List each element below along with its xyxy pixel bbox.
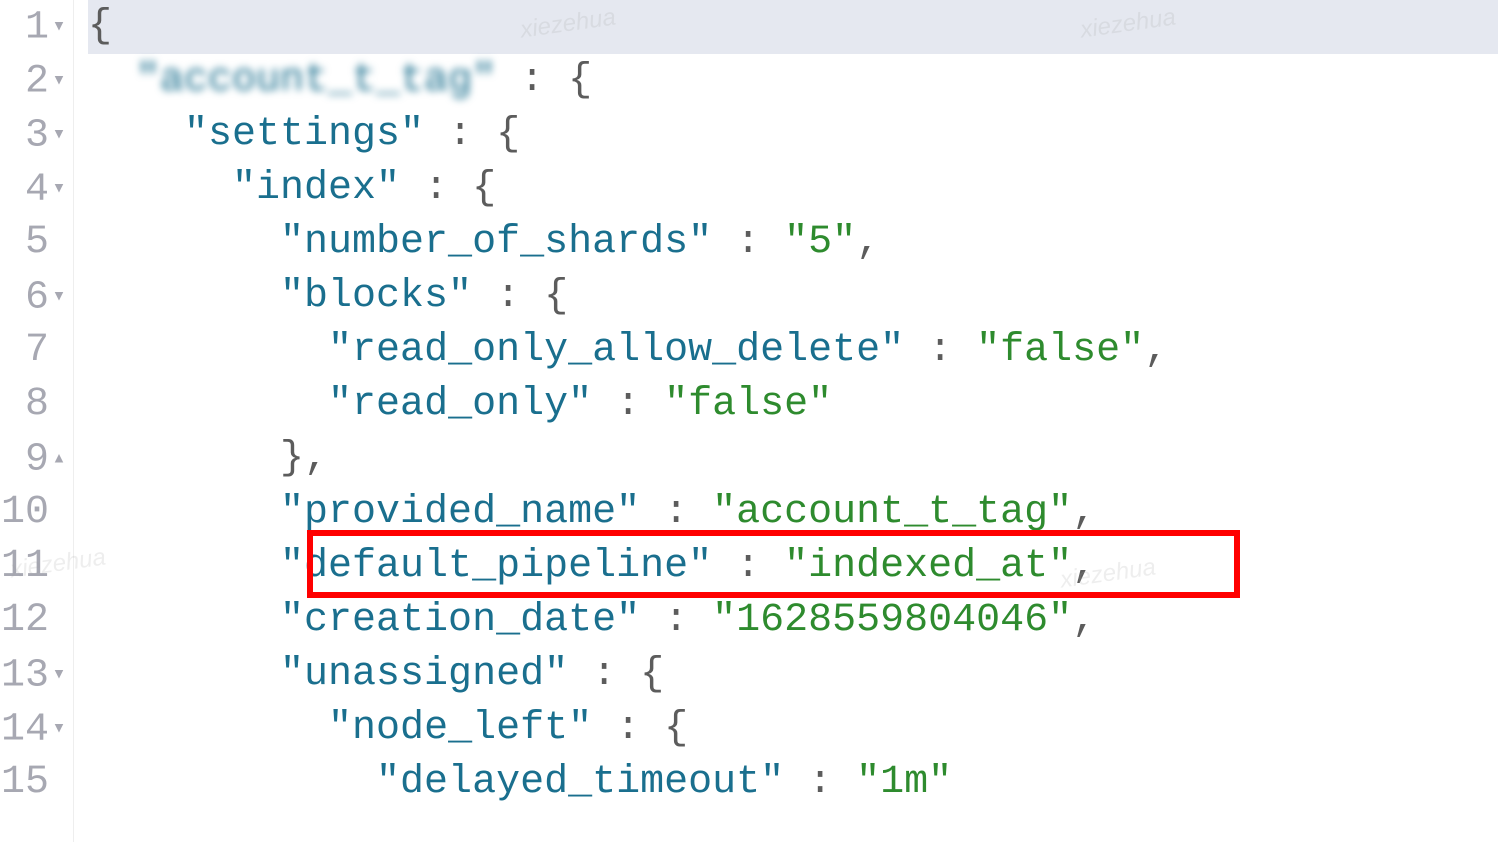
json-value: "false" (664, 382, 832, 427)
json-value: "false" (976, 328, 1144, 373)
gutter-line[interactable]: 6▾ (0, 270, 67, 324)
gutter-line[interactable]: 7 (0, 324, 67, 378)
json-key: "read_only_allow_delete" (328, 328, 904, 373)
gutter-line[interactable]: 5 (0, 216, 67, 270)
json-value: "5" (784, 220, 856, 265)
line-number-gutter[interactable]: 1▾ 2▾ 3▾ 4▾ 5 6▾ 7 8 9▴ 10 11 12 13▾ 14▾… (0, 0, 74, 842)
fold-icon[interactable]: ▾ (51, 702, 67, 756)
code-line[interactable]: "number_of_shards" : "5", (88, 216, 1498, 270)
code-line[interactable]: "read_only" : "false" (88, 378, 1498, 432)
json-key: "index" (232, 166, 400, 211)
json-value: "1628559804046" (712, 598, 1072, 643)
colon-brace: : { (472, 274, 568, 319)
colon-brace: : { (424, 112, 520, 157)
gutter-line[interactable]: 14▾ (0, 702, 67, 756)
fold-icon[interactable]: ▾ (51, 270, 67, 324)
gutter-line[interactable]: 11 (0, 540, 67, 594)
colon-brace: : { (592, 706, 688, 751)
gutter-line[interactable]: 10 (0, 486, 67, 540)
fold-icon[interactable]: ▾ (51, 54, 67, 108)
code-line[interactable]: "blocks" : { (88, 270, 1498, 324)
json-key: "delayed_timeout" (376, 760, 784, 805)
close-brace: }, (280, 436, 328, 481)
json-value: "1m" (856, 760, 952, 805)
brace: { (88, 4, 112, 49)
json-key: "settings" (184, 112, 424, 157)
json-key: "provided_name" (280, 490, 640, 535)
code-line[interactable]: "delayed_timeout" : "1m" (88, 756, 1498, 810)
colon-brace: : { (400, 166, 496, 211)
code-line[interactable]: "index" : { (88, 162, 1498, 216)
fold-icon[interactable]: ▾ (51, 108, 67, 162)
gutter-line[interactable]: 3▾ (0, 108, 67, 162)
json-key: "number_of_shards" (280, 220, 712, 265)
json-key: "unassigned" (280, 652, 568, 697)
gutter-line[interactable]: 1▾ (0, 0, 67, 54)
json-key: "creation_date" (280, 598, 640, 643)
json-key: "default_pipeline" (280, 544, 712, 589)
gutter-line[interactable]: 9▴ (0, 432, 67, 486)
colon-brace: : { (568, 652, 664, 697)
json-key-blurred: "account_t_tag" (136, 58, 496, 103)
code-line[interactable]: "account_t_tag" : { (88, 54, 1498, 108)
code-area[interactable]: { "account_t_tag" : { "settings" : { "in… (74, 0, 1498, 842)
gutter-line[interactable]: 8 (0, 378, 67, 432)
code-line[interactable]: "node_left" : { (88, 702, 1498, 756)
code-editor[interactable]: 1▾ 2▾ 3▾ 4▾ 5 6▾ 7 8 9▴ 10 11 12 13▾ 14▾… (0, 0, 1498, 842)
code-line[interactable]: }, (88, 432, 1498, 486)
fold-icon[interactable]: ▾ (51, 162, 67, 216)
colon-brace: : { (496, 58, 592, 103)
json-key: "blocks" (280, 274, 472, 319)
gutter-line[interactable]: 12 (0, 594, 67, 648)
gutter-line[interactable]: 2▾ (0, 54, 67, 108)
gutter-line[interactable]: 4▾ (0, 162, 67, 216)
code-line[interactable]: "default_pipeline" : "indexed_at", (88, 540, 1498, 594)
code-line[interactable]: { (88, 0, 1498, 54)
json-value: "indexed_at" (784, 544, 1072, 589)
code-line[interactable]: "read_only_allow_delete" : "false", (88, 324, 1498, 378)
json-value: "account_t_tag" (712, 490, 1072, 535)
fold-icon[interactable]: ▾ (51, 0, 67, 54)
fold-icon[interactable]: ▴ (51, 432, 67, 486)
code-line[interactable]: "unassigned" : { (88, 648, 1498, 702)
fold-icon[interactable]: ▾ (51, 648, 67, 702)
gutter-line[interactable]: 15 (0, 756, 67, 810)
code-line[interactable]: "creation_date" : "1628559804046", (88, 594, 1498, 648)
json-key: "read_only" (328, 382, 592, 427)
code-line[interactable]: "settings" : { (88, 108, 1498, 162)
json-key: "node_left" (328, 706, 592, 751)
code-line[interactable]: "provided_name" : "account_t_tag", (88, 486, 1498, 540)
gutter-line[interactable]: 13▾ (0, 648, 67, 702)
